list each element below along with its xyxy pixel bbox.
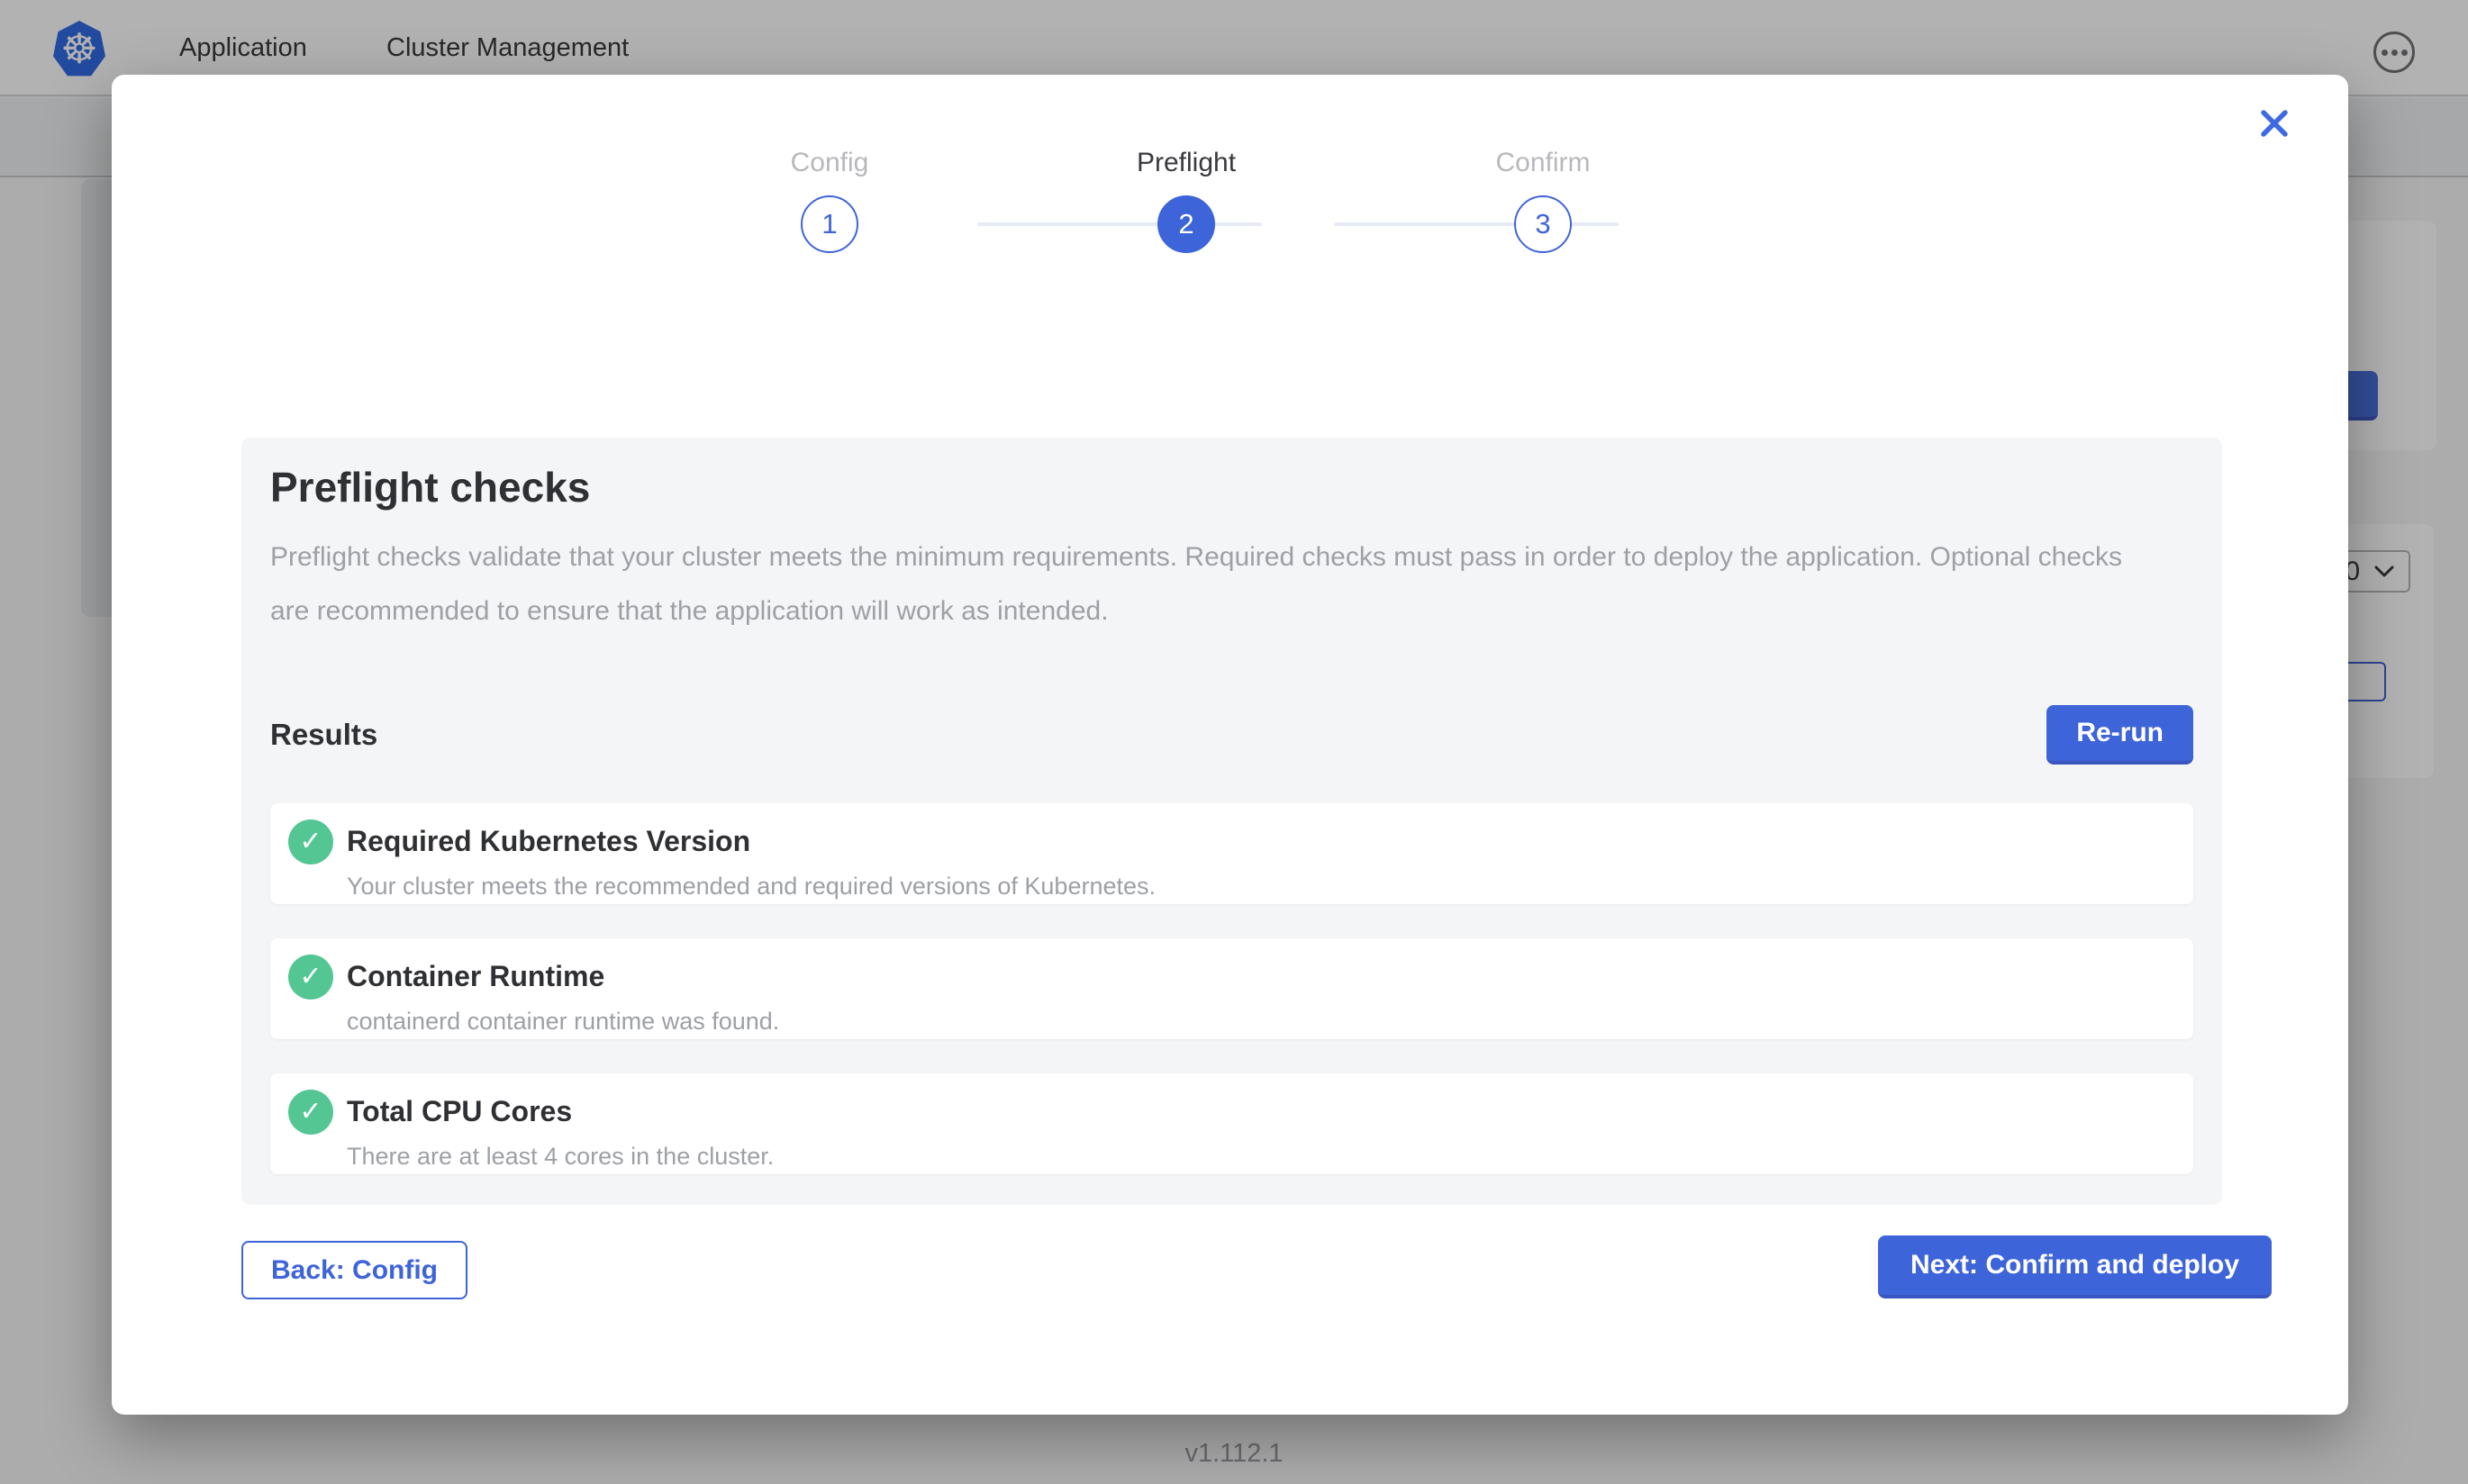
stepper: Config 1 Preflight 2 Confirm 3 <box>651 147 1721 253</box>
check-row: Container Runtime containerd container r… <box>270 938 2193 1039</box>
next-confirm-deploy-button[interactable]: Next: Confirm and deploy <box>1878 1235 2272 1298</box>
back-config-button[interactable]: Back: Config <box>241 1241 467 1299</box>
step-indicator: 1 <box>801 195 858 253</box>
step-indicator: 3 <box>1514 195 1572 253</box>
preflight-card: Preflight checks Preflight checks valida… <box>241 438 2222 1205</box>
check-title: Total CPU Cores <box>347 1090 774 1133</box>
rerun-button[interactable]: Re-run <box>2046 705 2193 765</box>
check-message: Your cluster meets the recommended and r… <box>347 873 1156 900</box>
results-label: Results <box>270 718 377 752</box>
check-pass-icon <box>288 819 333 864</box>
step-config: Config 1 <box>651 147 1008 253</box>
step-confirm: Confirm 3 <box>1365 147 1721 253</box>
modal-description: Preflight checks validate that your clus… <box>270 530 2162 638</box>
check-pass-icon <box>288 955 333 1000</box>
modal-title: Preflight checks <box>270 462 2193 512</box>
check-row: Required Kubernetes Version Your cluster… <box>270 803 2193 904</box>
check-message: There are at least 4 cores in the cluste… <box>347 1143 774 1170</box>
check-list: Required Kubernetes Version Your cluster… <box>270 803 2193 1174</box>
check-pass-icon <box>288 1090 333 1135</box>
step-label: Config <box>791 147 869 179</box>
app-root: Application Cluster Management 0 y v1.11… <box>0 0 2468 1484</box>
check-title: Container Runtime <box>347 955 779 998</box>
results-header: Results Re-run <box>270 705 2193 765</box>
step-indicator: 2 <box>1157 195 1215 253</box>
check-row: Total CPU Cores There are at least 4 cor… <box>270 1073 2193 1174</box>
check-message: containerd container runtime was found. <box>347 1008 779 1035</box>
preflight-modal: Config 1 Preflight 2 Confirm 3 Preflight… <box>112 75 2348 1415</box>
close-icon[interactable] <box>2254 103 2295 144</box>
step-label: Preflight <box>1137 147 1236 179</box>
check-title: Required Kubernetes Version <box>347 819 1156 863</box>
step-label: Confirm <box>1495 147 1590 179</box>
step-preflight: Preflight 2 <box>1008 147 1365 253</box>
